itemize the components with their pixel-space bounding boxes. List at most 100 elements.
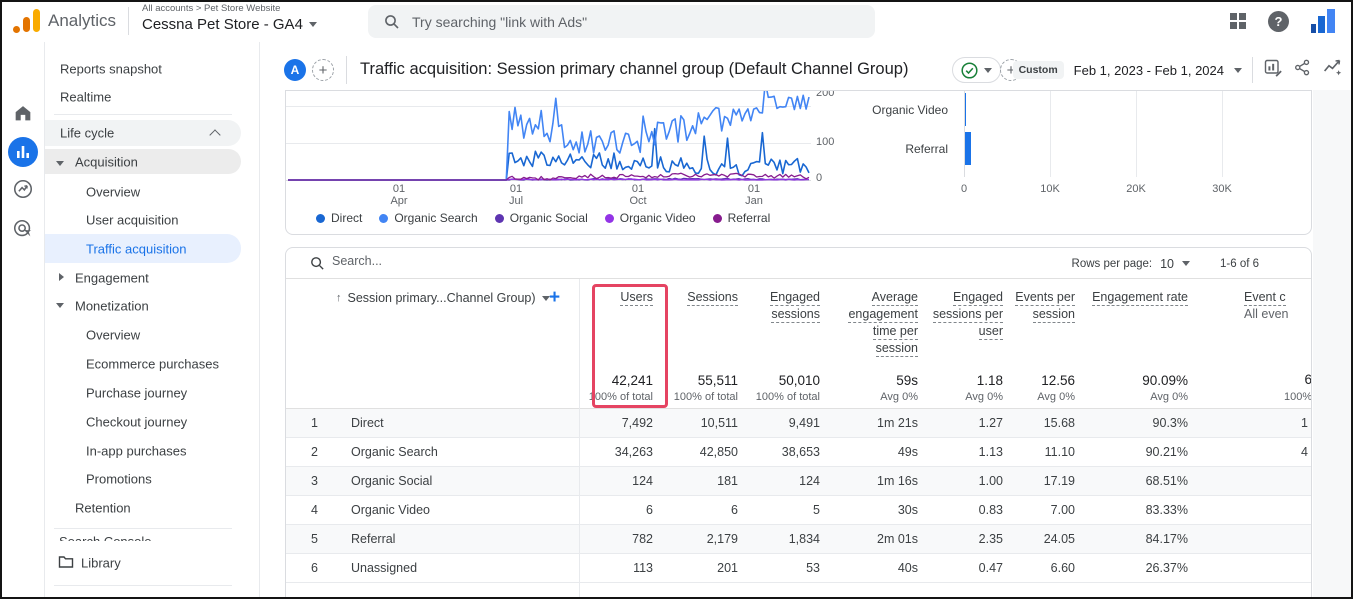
table-row-referral: 5Referral7822,1791,8342m 01s2.3524.0584.… (286, 525, 1311, 554)
search-icon (384, 14, 400, 30)
analytics-logo-icon[interactable] (14, 9, 42, 33)
row-value: 124 (579, 467, 653, 496)
row-value: 30s (828, 496, 918, 525)
metric-header-average-engagement-time-per-session[interactable]: Average engagement time per session59sAv… (828, 279, 926, 409)
sidebar-item-engagement[interactable]: Engagement (45, 263, 241, 292)
row-value: 7,492 (579, 409, 653, 438)
bar-chart: Organic VideoReferral010K20K30K (846, 91, 1306, 209)
metric-header-events-per-session[interactable]: Events per session 12.56Avg 0% (1011, 279, 1083, 409)
row-value: 7.00 (1011, 496, 1075, 525)
sidebar-item-acquisition[interactable]: Acquisition (45, 149, 241, 174)
row-value: 6 (579, 496, 653, 525)
dimension-header[interactable]: ↑ Session primary...Channel Group) (336, 291, 550, 305)
chevron-up-icon (209, 129, 220, 140)
row-channel: Organic Search (351, 438, 438, 467)
metric-header-text: Events per session (1015, 290, 1075, 323)
sidebar-item-overview[interactable]: Overview (45, 320, 241, 349)
home-icon[interactable] (0, 102, 45, 124)
metric-totals: 42,241100% of total (589, 373, 653, 403)
metric-total-value: 50,010 (756, 373, 820, 388)
sidebar-item-checkout-journey[interactable]: Checkout journey (45, 407, 241, 436)
sidebar-item-label: Overview (86, 327, 140, 342)
sidebar-item-user-acquisition[interactable]: User acquisition (45, 205, 241, 234)
insights-icon[interactable] (1322, 57, 1343, 83)
row-value: 83.33% (1083, 496, 1188, 525)
chevron-down-icon[interactable] (1182, 261, 1190, 266)
customize-report-icon[interactable] (1263, 58, 1283, 83)
metric-header-engaged-sessions[interactable]: Engaged sessions50,010100% of total (746, 279, 828, 409)
check-circle-icon (961, 62, 978, 79)
sidebar-item-label: Checkout journey (86, 414, 187, 429)
report-status-button[interactable] (952, 57, 1001, 83)
row-value: 0.83 (926, 496, 1003, 525)
rows-per-page-value[interactable]: 10 (1160, 257, 1174, 271)
main-content: A + Traffic acquisition: Session primary… (260, 42, 1353, 599)
sidebar-item-realtime[interactable]: Realtime (45, 82, 241, 111)
property-selector[interactable]: Cessna Pet Store - GA4 (142, 16, 317, 33)
sidebar-item-traffic-acquisition[interactable]: Traffic acquisition (45, 234, 241, 263)
advertising-icon[interactable] (0, 218, 45, 240)
clipped-column-header: Event c (1244, 290, 1286, 306)
sidebar-item-ecommerce-purchases[interactable]: Ecommerce purchases (45, 349, 241, 378)
y-tick-label: 200 (816, 90, 834, 99)
sidebar-item-search-console[interactable]: Search Console (45, 534, 241, 541)
sidebar-item-in-app-purchases[interactable]: In-app purchases (45, 436, 241, 465)
sidebar-item-label: Traffic acquisition (86, 241, 186, 256)
sidebar-item-purchase-journey[interactable]: Purchase journey (45, 378, 241, 407)
explore-icon[interactable] (0, 178, 45, 200)
metric-totals: 12.56Avg 0% (1037, 373, 1075, 403)
row-value: 10,511 (661, 409, 738, 438)
metric-total-value: 59s (880, 373, 918, 388)
metric-header-engagement-rate[interactable]: Engagement rate90.09%Avg 0% (1083, 279, 1196, 409)
sidebar-item-library[interactable]: Library (45, 548, 241, 577)
apps-grid-icon[interactable] (1230, 13, 1246, 29)
metric-total-sub: 100% of total (674, 391, 738, 403)
global-search[interactable] (368, 5, 875, 38)
share-icon[interactable] (1293, 58, 1312, 82)
table-search-row: Rows per page: 10 1-6 of 6 (286, 248, 1311, 279)
global-search-input[interactable] (412, 14, 842, 30)
legend-label: Organic Search (394, 211, 477, 225)
x-tick-label: 01Oct (621, 183, 655, 207)
table-search-input[interactable] (332, 254, 632, 268)
clipped-metric-column[interactable]: Event c All even 6 100% (1196, 279, 1312, 409)
account-breadcrumb[interactable]: All accounts > Pet Store Website (142, 3, 280, 14)
add-dimension-button[interactable]: + (549, 287, 560, 309)
metric-header-sessions[interactable]: Sessions55,511100% of total (661, 279, 746, 409)
y-tick-label: 100 (816, 136, 834, 148)
sidebar-item-overview[interactable]: Overview (45, 177, 241, 206)
rows-per-page-label: Rows per page: (1072, 258, 1153, 270)
x-tick-label: 01Jan (737, 183, 771, 207)
row-channel: Referral (351, 525, 395, 554)
sidebar-item-life-cycle[interactable]: Life cycle (45, 120, 241, 146)
metric-total-value: 55,511 (674, 373, 738, 388)
sidebar-item-promotions[interactable]: Promotions (45, 464, 241, 493)
date-range[interactable]: Feb 1, 2023 - Feb 1, 2024 (1074, 63, 1224, 78)
legend-dot (316, 214, 325, 223)
sidebar-item-label: Ecommerce purchases (86, 356, 219, 371)
row-value: 113 (579, 554, 653, 583)
row-index: 3 (311, 467, 318, 496)
table-header: ↑ Session primary...Channel Group) + Use… (286, 279, 1311, 409)
sidebar-item-retention[interactable]: Retention (45, 493, 241, 522)
clipped-column-subheader: All even (1244, 306, 1312, 323)
metric-header-users[interactable]: Users42,241100% of total (579, 279, 661, 409)
help-icon[interactable]: ? (1268, 11, 1289, 32)
chevron-down-icon[interactable] (1234, 68, 1242, 73)
row-value: 6.60 (1011, 554, 1075, 583)
row-channel: Organic Video (351, 496, 430, 525)
sidebar-item-monetization[interactable]: Monetization (45, 291, 241, 320)
chart-legend: DirectOrganic SearchOrganic SocialOrgani… (316, 211, 770, 225)
row-value: 2m 01s (828, 525, 918, 554)
add-comparison-button[interactable]: + (312, 59, 334, 81)
metric-header-engaged-sessions-per-user[interactable]: Engaged sessions per user1.18Avg 0% (926, 279, 1011, 409)
chevron-down-icon (984, 68, 992, 73)
sidebar-item-reports-snapshot[interactable]: Reports snapshot (45, 54, 241, 83)
row-value: 1.00 (926, 467, 1003, 496)
metric-totals: 50,010100% of total (756, 373, 820, 403)
user-avatar[interactable] (1311, 9, 1335, 33)
report-builder-avatar[interactable]: A (284, 59, 306, 81)
reports-icon-active[interactable] (0, 137, 45, 167)
legend-item-organic-social: Organic Social (495, 211, 588, 225)
legend-dot (605, 214, 614, 223)
